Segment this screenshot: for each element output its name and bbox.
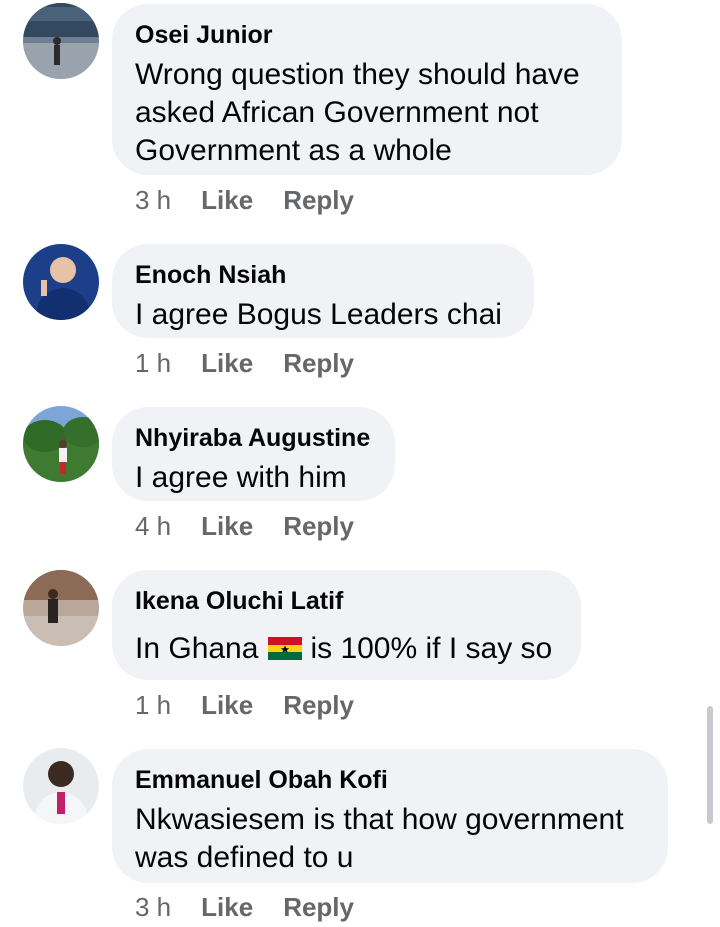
comment-author[interactable]: Nhyiraba Augustine — [135, 423, 371, 453]
person-icon — [23, 406, 99, 482]
comment-author[interactable]: Emmanuel Obah Kofi — [135, 765, 644, 795]
comment-text-line: I agree with him — [135, 461, 347, 494]
comment-timestamp[interactable]: 1 h — [135, 348, 171, 378]
avatar[interactable] — [23, 570, 99, 646]
avatar[interactable] — [23, 244, 99, 320]
comment-author[interactable]: Osei Junior — [135, 20, 598, 50]
comment-author[interactable]: Ikena Oluchi Latif — [135, 586, 557, 616]
comment-timestamp[interactable]: 3 h — [135, 185, 171, 215]
comment-actions: 3 h Like Reply — [135, 892, 384, 922]
comment-text: I agree with him — [135, 459, 371, 497]
like-button[interactable]: Like — [201, 348, 253, 378]
comment-text: Wrong question they should have asked Af… — [135, 56, 598, 170]
person-icon — [23, 244, 99, 320]
comment-actions: 4 h Like Reply — [135, 511, 384, 541]
comment-bubble: Ikena Oluchi Latif In Ghana is 100% if I … — [112, 570, 581, 680]
person-icon — [23, 3, 99, 79]
comment-text: I agree Bogus Leaders chai — [135, 296, 510, 334]
comment-text-segment: is 100% if I say so — [310, 632, 553, 665]
person-icon — [23, 570, 99, 646]
comment-text-line: Wrong question they should have — [135, 58, 580, 91]
comment-text-line: asked African Government not — [135, 96, 539, 129]
reply-button[interactable]: Reply — [283, 348, 354, 378]
reply-button[interactable]: Reply — [283, 511, 354, 541]
like-button[interactable]: Like — [201, 690, 253, 720]
avatar[interactable] — [23, 3, 99, 79]
comment-bubble: Emmanuel Obah Kofi Nkwasiesem is that ho… — [112, 749, 668, 883]
comment-bubble: Nhyiraba Augustine I agree with him — [112, 407, 395, 501]
avatar[interactable] — [23, 406, 99, 482]
comment-timestamp[interactable]: 1 h — [135, 690, 171, 720]
like-button[interactable]: Like — [201, 185, 253, 215]
like-button[interactable]: Like — [201, 892, 253, 922]
person-icon — [23, 748, 99, 824]
comment-bubble: Osei Junior Wrong question they should h… — [112, 4, 622, 175]
comment-text: In Ghana is 100% if I say so — [135, 630, 557, 668]
avatar[interactable] — [23, 748, 99, 824]
comment-timestamp[interactable]: 4 h — [135, 511, 171, 541]
comment-text-segment: In Ghana — [135, 632, 259, 665]
comment-actions: 3 h Like Reply — [135, 185, 384, 215]
comment-actions: 1 h Like Reply — [135, 348, 384, 378]
reply-button[interactable]: Reply — [283, 892, 354, 922]
comment-text: Nkwasiesem is that how government was de… — [135, 801, 644, 877]
like-button[interactable]: Like — [201, 511, 253, 541]
comment-actions: 1 h Like Reply — [135, 690, 384, 720]
comment-text-line: Government as a whole — [135, 134, 452, 167]
ghana-flag-icon — [268, 637, 303, 660]
reply-button[interactable]: Reply — [283, 690, 354, 720]
comment-text-line: Nkwasiesem is that how government — [135, 803, 624, 836]
comment-text-line: I agree Bogus Leaders chai — [135, 298, 502, 331]
scrollbar[interactable] — [707, 706, 713, 824]
comment-text-line: In Ghana is 100% if I say so — [135, 630, 557, 668]
comment-author[interactable]: Enoch Nsiah — [135, 260, 510, 290]
comment-bubble: Enoch Nsiah I agree Bogus Leaders chai — [112, 244, 534, 338]
comment-timestamp[interactable]: 3 h — [135, 892, 171, 922]
reply-button[interactable]: Reply — [283, 185, 354, 215]
comment-text-line: was defined to u — [135, 841, 354, 874]
